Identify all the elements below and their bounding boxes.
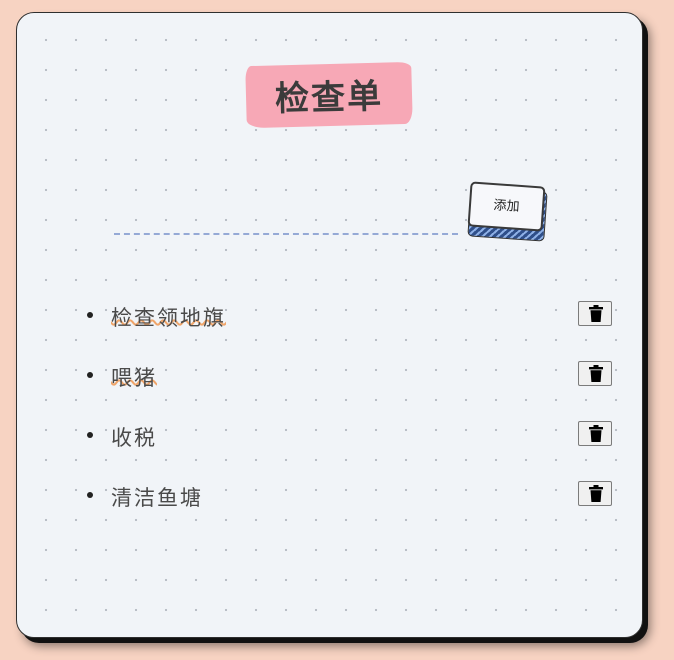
todo-text[interactable]: 收税 xyxy=(111,422,157,452)
bullet-icon xyxy=(87,492,93,498)
list-item: 喂猪 xyxy=(87,360,613,394)
todo-text[interactable]: 喂猪 xyxy=(111,362,157,392)
trash-icon xyxy=(589,485,603,502)
trash-icon xyxy=(589,365,603,382)
new-item-input[interactable] xyxy=(114,209,462,235)
delete-button[interactable] xyxy=(578,361,612,386)
delete-button[interactable] xyxy=(578,421,612,446)
trash-icon xyxy=(589,425,603,442)
input-underline xyxy=(114,233,458,235)
checklist-card: 检查单 添加 检查领地旗 喂猪 收税 清洁鱼塘 xyxy=(16,12,643,638)
title-highlight: 检查单 xyxy=(245,61,413,129)
bullet-icon xyxy=(87,312,93,318)
trash-icon xyxy=(589,305,603,322)
page-title: 检查单 xyxy=(274,76,384,120)
list-item: 清洁鱼塘 xyxy=(87,480,613,514)
bullet-icon xyxy=(87,432,93,438)
bullet-icon xyxy=(87,372,93,378)
list-item: 收税 xyxy=(87,420,613,454)
delete-button[interactable] xyxy=(578,301,612,326)
delete-button[interactable] xyxy=(578,481,612,506)
list-item: 检查领地旗 xyxy=(87,300,613,334)
add-button[interactable]: 添加 xyxy=(467,181,546,232)
todo-text[interactable]: 清洁鱼塘 xyxy=(111,482,203,512)
todo-text[interactable]: 检查领地旗 xyxy=(111,302,226,332)
